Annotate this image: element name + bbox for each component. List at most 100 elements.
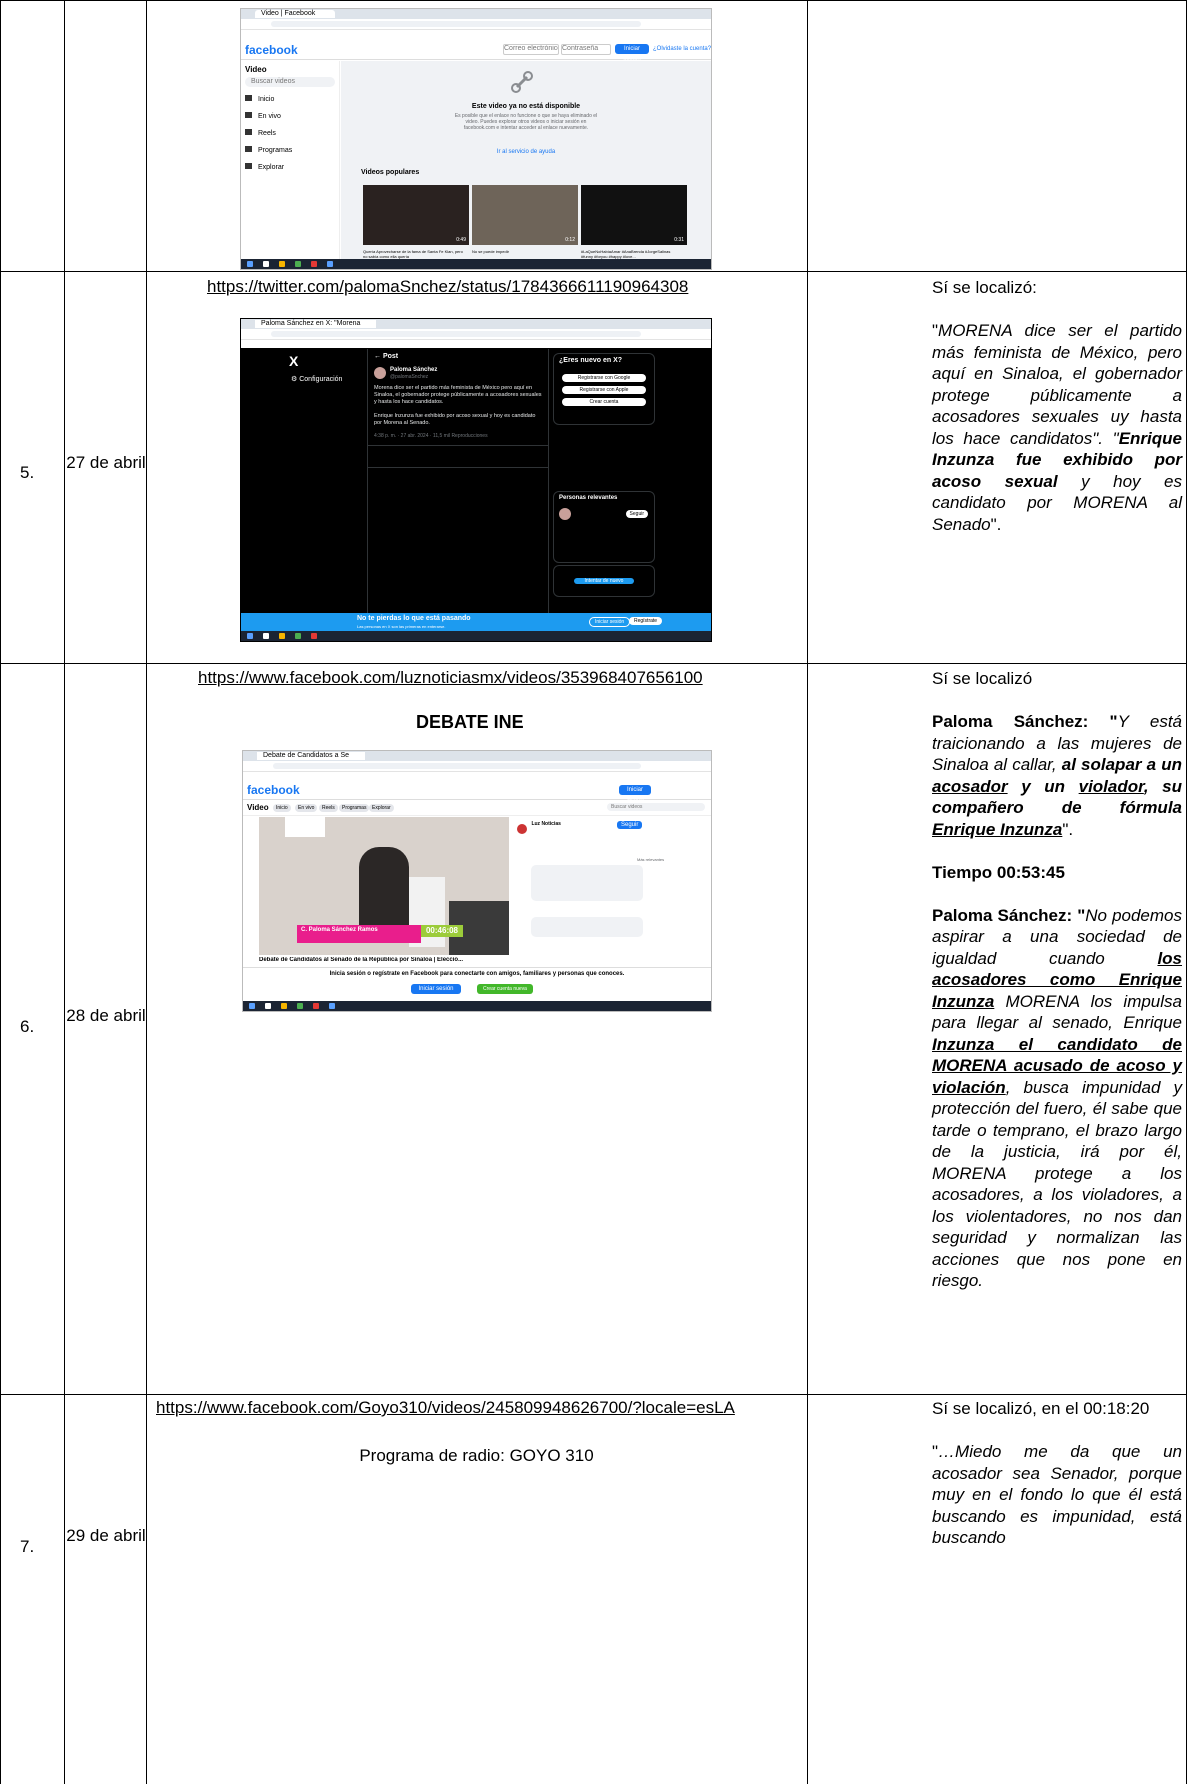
relevant-people-box: Personas relevantes Seguir: [553, 491, 655, 563]
popular-title: Videos populares: [361, 169, 420, 176]
fb-header: facebook Correo electrónico o tel Contra…: [241, 39, 711, 62]
create-account-button[interactable]: Crear cuenta nueva: [477, 984, 533, 994]
source-link[interactable]: https://twitter.com/palomaSnchez/status/…: [207, 277, 688, 297]
login-button[interactable]: Iniciar sesión: [411, 984, 461, 994]
retry-button[interactable]: Intentar de nuevo: [574, 578, 634, 584]
browser-tab: Paloma Sánchez en X: "Morena: [255, 320, 377, 328]
tab-programas[interactable]: Programas: [339, 804, 370, 812]
windows-taskbar: [241, 631, 711, 641]
back-arrow-icon[interactable]: ←: [374, 353, 383, 360]
post-sidebar: Luz Noticias Seguir Más relevantes: [517, 821, 697, 937]
twitter-post-screenshot: Paloma Sánchez en X: "Morena X ⚙ Configu…: [240, 318, 712, 642]
shows-icon: [245, 146, 252, 152]
explore-icon: [245, 163, 252, 169]
x-logo-icon[interactable]: X: [289, 353, 298, 369]
popular-video-2[interactable]: 0:12: [472, 185, 578, 245]
source-link[interactable]: https://www.facebook.com/Goyo310/videos/…: [156, 1398, 735, 1418]
windows-taskbar: [241, 259, 711, 269]
post-text-2: Enrique Inzunza fue exhibido por acoso s…: [374, 413, 536, 426]
login-button[interactable]: Iniciar sesión: [619, 785, 651, 803]
row-number: 7.: [20, 1537, 35, 1556]
gear-icon: ⚙: [291, 376, 300, 383]
source-link[interactable]: https://www.facebook.com/luznoticiasmx/v…: [198, 668, 703, 688]
login-prompt-text: Inicia sesión o regístrate en Facebook p…: [329, 971, 625, 977]
follow-button[interactable]: Seguir: [625, 510, 648, 518]
row-date: 28 de abril: [66, 1006, 146, 1025]
avatar[interactable]: [559, 508, 571, 520]
video-nav: Video Inicio En vivo Reels Programas Exp…: [243, 801, 711, 816]
help-link[interactable]: Ir al servicio de ayuda: [441, 149, 611, 155]
google-signup-button[interactable]: Registrarse con Google: [562, 374, 646, 382]
windows-taskbar: [243, 1001, 711, 1011]
banner-subtitle: Las personas en X son las primeras en en…: [357, 624, 446, 629]
login-prompt: Inicia sesión o regístrate en Facebook p…: [243, 967, 711, 1002]
comments-filter[interactable]: Más relevantes: [637, 857, 664, 862]
follow-button[interactable]: Seguir: [617, 821, 643, 829]
popular-video-1[interactable]: 0:49: [363, 185, 469, 245]
facebook-debate-screenshot: Debate de Candidatos a Se facebook Inici…: [242, 750, 712, 1012]
video-player[interactable]: C. Paloma Sánchez Ramos 00:46:08: [259, 817, 509, 955]
fb-header: facebook Iniciar sesión: [243, 781, 711, 803]
row-date: 27 de abril: [66, 453, 146, 472]
banner-login-button[interactable]: Iniciar sesión: [589, 617, 631, 627]
popular-caption-1: Quería Aprovecharse de la fama de Santa …: [363, 249, 463, 259]
lower-third: C. Paloma Sánchez Ramos: [297, 925, 421, 943]
nav-title: Video: [247, 803, 269, 812]
popular-caption-2: No se puede impedir: [472, 249, 509, 254]
live-icon: [245, 112, 252, 118]
browser-tab-bar: Video | Facebook: [241, 9, 711, 19]
sidebar-item-reels[interactable]: Reels: [245, 129, 339, 138]
browser-tab-bar: Paloma Sánchez en X: "Morena: [241, 319, 711, 329]
page-avatar[interactable]: [517, 824, 527, 834]
facebook-logo: facebook: [247, 783, 300, 797]
browser-tab: Debate de Candidatos a Se: [257, 752, 366, 760]
section-heading: DEBATE INE: [416, 712, 524, 732]
signup-box: ¿Eres nuevo en X? Registrarse con Google…: [553, 353, 655, 425]
row-description: Sí se localizó: "MORENA dice ser el parti…: [932, 278, 1182, 534]
sidebar-item-en-vivo[interactable]: En vivo: [245, 112, 339, 121]
password-field[interactable]: Contraseña: [561, 44, 611, 55]
post-header: ← Post: [374, 353, 399, 360]
bookmarks-bar: [243, 772, 711, 780]
tab-reels[interactable]: Reels: [319, 804, 338, 812]
address-bar: [241, 19, 711, 30]
settings-menu-item[interactable]: ⚙ Configuración: [291, 375, 342, 383]
signup-title: ¿Eres nuevo en X?: [559, 357, 623, 364]
popular-video-3[interactable]: 0:31: [581, 185, 687, 245]
video-main: Este video ya no está disponible Es posi…: [341, 61, 711, 259]
page-name[interactable]: Luz Noticias: [531, 821, 560, 827]
facebook-logo: facebook: [245, 43, 298, 57]
create-account-button[interactable]: Crear cuenta: [562, 398, 646, 406]
login-button[interactable]: Iniciar sesión: [615, 44, 649, 62]
sidebar-item-inicio[interactable]: Inicio: [245, 95, 339, 104]
browser-tab-bar: Debate de Candidatos a Se: [243, 751, 711, 761]
post-handle[interactable]: @palomaSnchez: [390, 374, 428, 380]
comment-bubble: [531, 865, 643, 901]
row-number: 6.: [20, 1017, 35, 1036]
video-sidebar: Video Buscar videos Inicio En vivo Reels…: [241, 61, 340, 259]
relevant-title: Personas relevantes: [559, 495, 618, 501]
browser-tab: Video | Facebook: [255, 10, 336, 18]
sidebar-title: Video: [245, 65, 267, 74]
apple-signup-button[interactable]: Registrarse con Apple: [562, 386, 646, 394]
tab-en-vivo[interactable]: En vivo: [295, 804, 318, 812]
section-subheading: Programa de radio: GOYO 310: [359, 1446, 594, 1465]
banner-register-button[interactable]: Regístrate: [629, 617, 663, 625]
tab-explorar[interactable]: Explorar: [369, 804, 394, 812]
email-field[interactable]: Correo electrónico o tel: [503, 44, 559, 55]
search-input[interactable]: Buscar videos: [245, 77, 335, 87]
search-input[interactable]: Buscar videos: [607, 803, 705, 811]
post-author[interactable]: Paloma Sánchez: [390, 367, 437, 373]
signup-banner: No te pierdas lo que está pasando Las pe…: [241, 613, 711, 631]
unavailable-title: Este video ya no está disponible: [471, 103, 581, 110]
sidebar-item-programas[interactable]: Programas: [245, 146, 339, 155]
sidebar-item-explorar[interactable]: Explorar: [245, 163, 339, 172]
comment-bubble: [531, 917, 643, 937]
forgot-account-link[interactable]: ¿Olvidaste la cuenta?: [653, 45, 711, 53]
row-description: Sí se localizó Paloma Sánchez: "Y está tr…: [932, 669, 1182, 1290]
broken-link-icon: [511, 71, 533, 93]
avatar[interactable]: [374, 367, 386, 379]
tab-inicio[interactable]: Inicio: [273, 804, 291, 812]
video-caption: Debate de Candidatos al Senado de la Rep…: [259, 957, 464, 963]
row-description: Sí se localizó, en el 00:18:20 "…Miedo me…: [932, 1399, 1182, 1547]
